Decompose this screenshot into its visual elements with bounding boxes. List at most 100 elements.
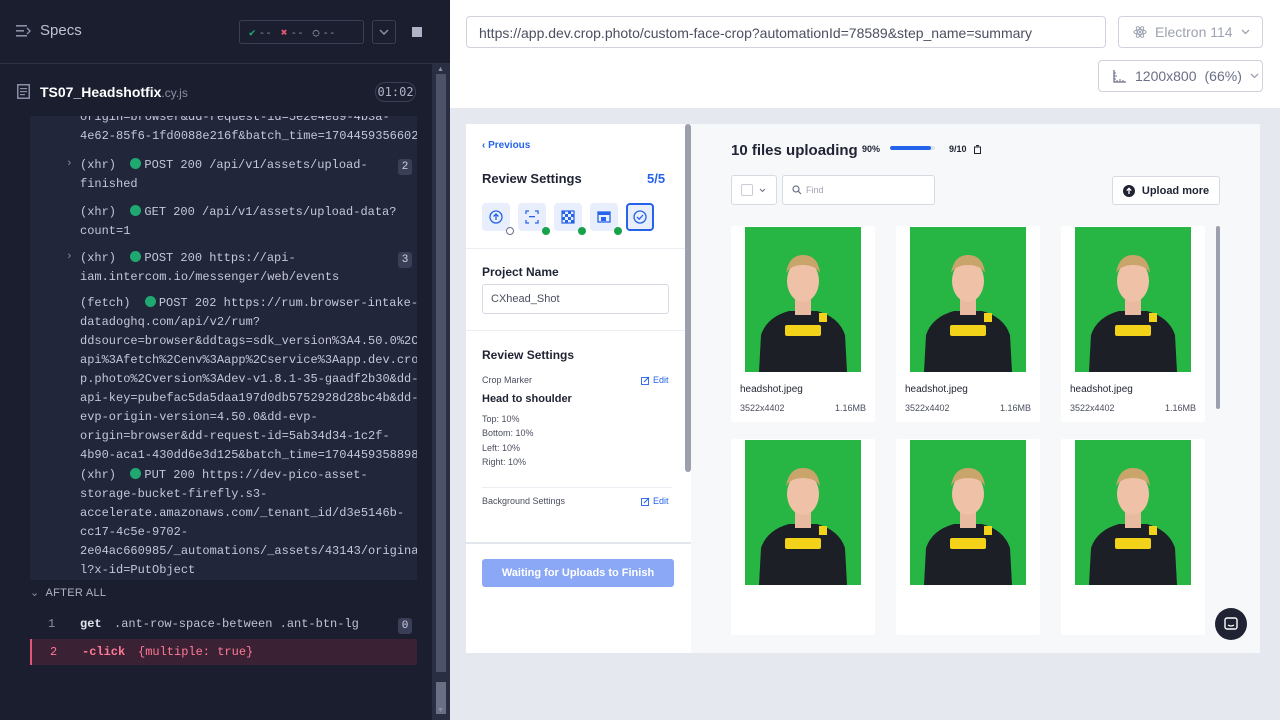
app-under-test-area: https://app.dev.crop.photo/custom-face-c… [450,0,1280,720]
divider [466,248,691,249]
select-all-dropdown[interactable] [731,175,777,205]
wait-for-uploads-button[interactable]: Waiting for Uploads to Finish [482,559,674,587]
command-number: 2 [50,645,58,659]
scroll-up-icon: ▲ [437,66,444,73]
status-dot-icon [130,468,142,479]
command-row-error[interactable]: 2 -click {multiple: true} [30,639,417,665]
file-size: 1.16MB [834,403,866,413]
browser-selector[interactable]: Electron 114 [1118,16,1263,48]
crop-marker-label: Crop Marker [482,375,533,385]
step-layout[interactable] [590,203,622,235]
headshot-photo [1075,440,1191,585]
step-background[interactable] [554,203,586,235]
log-type: (xhr) [80,158,131,172]
step-upload[interactable] [482,203,514,235]
edit-icon [641,376,650,385]
command-name: -click [82,645,126,659]
upload-percent: 90% [862,144,881,154]
after-all-hook[interactable]: ⌄ AFTER ALL [30,586,106,599]
file-thumbnail[interactable] [745,440,861,585]
command-arg: .ant-row-space-between .ant-btn-lg [114,617,359,631]
command-row[interactable]: 1 get .ant-row-space-between .ant-btn-lg… [30,611,417,637]
viewport-info[interactable]: 1200x800 (66%) [1098,60,1263,92]
log-entry[interactable]: (xhr) GET 200 /api/v1/assets/upload-data… [30,203,417,243]
chat-launcher-button[interactable] [1215,608,1247,640]
find-input[interactable]: Find [782,175,935,205]
step-review[interactable] [626,203,654,231]
log-text: origin=browser&dd-request-id=5e2e4e89-4b… [80,116,417,143]
edit-background-button[interactable]: Edit [641,496,669,506]
file-card[interactable]: headshot.jpeg 3522x4402 1.16MB [731,226,875,422]
log-scrollbar[interactable]: ▲ ▼ [432,64,450,720]
status-dot-icon [130,205,142,216]
electron-icon [1133,26,1147,38]
file-size: 1.16MB [1164,403,1196,413]
project-name-input[interactable]: CXhead_Shot [482,284,669,314]
file-card[interactable]: headshot.jpeg 3522x4402 1.16MB [896,226,1040,422]
margin-top: Top: 10% [482,414,520,424]
log-entry[interactable]: (fetch) POST 202 https://rum.browser-int… [30,294,417,464]
edit-icon [641,497,650,506]
spec-duration: 01:02 [375,82,416,102]
layout-icon [597,211,611,223]
spec-file-name: TS07_Headshotfix.cy.js [40,84,188,100]
stop-button[interactable] [405,20,429,44]
file-size: 1.16MB [999,403,1031,413]
check-icon: ✔ [249,25,256,39]
chevron-down-icon [1250,73,1259,79]
log-type: (xhr) [80,251,131,265]
step-crop[interactable] [518,203,550,235]
log-entry[interactable]: › (xhr) POST 200 https://api- iam.interc… [30,249,417,289]
find-placeholder: Find [806,185,824,195]
command-name: get [80,617,102,631]
ruler-icon [1113,70,1126,83]
check-circle-icon [633,210,647,224]
headshot-photo [1075,227,1191,372]
file-dimensions: 3522x4402 [905,403,950,413]
divider [482,487,672,488]
headshot-photo [910,227,1026,372]
grid-scrollbar[interactable] [1216,226,1220,409]
previous-link[interactable]: ‹ Previous [482,140,530,151]
upload-more-button[interactable]: Upload more [1112,176,1220,205]
file-thumbnail[interactable] [910,227,1026,372]
previous-label: Previous [488,140,531,151]
log-entry[interactable]: (xhr) PUT 200 https://dev-pico-asset- st… [30,466,417,580]
search-icon [792,185,802,195]
status-dot-icon [130,158,142,169]
upload-count-value: 9/10 [949,144,967,154]
file-thumbnail[interactable] [745,227,861,372]
upload-count: 9/10 [949,144,982,154]
file-card[interactable] [1061,439,1205,635]
viewport-scale: (66%) [1204,68,1242,84]
file-thumbnail[interactable] [1075,440,1191,585]
specs-toggle[interactable]: Specs [16,22,82,39]
margin-left: Left: 10% [482,443,521,453]
scrollbar-track [436,74,446,672]
specs-header: Specs ✔ -- ✖ -- ◌ -- [0,0,450,64]
file-thumbnail[interactable] [910,440,1026,585]
after-all-label: AFTER ALL [45,587,107,599]
crop-frame-icon [525,210,539,224]
passed-stat: ✔ -- [249,26,272,39]
aut-frame: ‹ Previous Review Settings 5/5 Project N… [466,124,1260,653]
edit-crop-button[interactable]: Edit [641,375,669,385]
file-thumbnail[interactable] [1075,227,1191,372]
file-card[interactable]: headshot.jpeg 3522x4402 1.16MB [1061,226,1205,422]
chevron-down-icon [379,29,389,35]
done-status-icon [614,227,622,235]
crop-type: Head to shoulder [482,393,572,405]
file-card[interactable] [896,439,1040,635]
checkbox[interactable] [741,184,753,196]
url-field[interactable]: https://app.dev.crop.photo/custom-face-c… [466,16,1106,48]
file-card[interactable] [731,439,875,635]
done-status-icon [542,227,550,235]
spec-file-row[interactable]: TS07_Headshotfix.cy.js 01:02 [0,64,432,118]
pending-stat: ◌ -- [313,26,336,39]
log-entry[interactable]: › (xhr) POST 200 /api/v1/assets/upload- … [30,156,417,196]
panel-scrollbar[interactable] [685,124,691,472]
document-icon [17,84,30,99]
menu-lines-icon [16,24,31,37]
dropdown-button[interactable] [372,20,396,44]
log-type: (xhr) [80,205,131,219]
